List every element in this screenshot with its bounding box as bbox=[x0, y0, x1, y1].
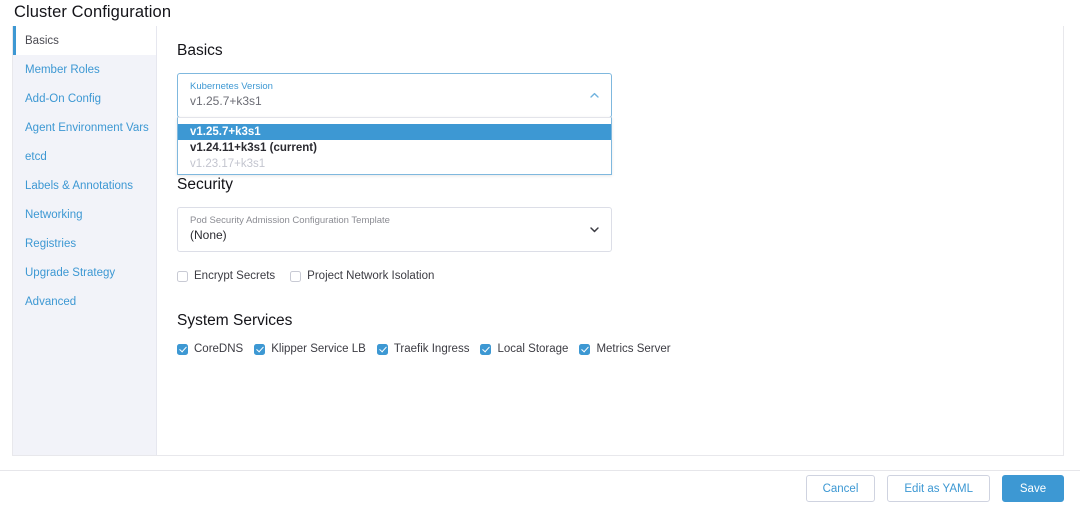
basics-heading: Basics bbox=[177, 42, 1043, 60]
checkbox-box[interactable] bbox=[177, 344, 188, 355]
kubernetes-version-select[interactable]: Kubernetes Version v1.25.7+k3s1 bbox=[177, 73, 612, 118]
system-services-checkbox-row: CoreDNS Klipper Service LB Traefik Ingre… bbox=[177, 343, 1043, 355]
checkbox-label: CoreDNS bbox=[194, 343, 243, 355]
dropdown-option[interactable]: v1.25.7+k3s1 bbox=[178, 124, 611, 140]
psa-template-value: (None) bbox=[190, 227, 581, 244]
sidebar-item-upgrade-strategy[interactable]: Upgrade Strategy bbox=[13, 258, 156, 287]
config-card: Basics Member Roles Add-On Config Agent … bbox=[12, 26, 1064, 456]
dropdown-option: v1.23.17+k3s1 bbox=[178, 156, 611, 172]
chevron-down-icon[interactable] bbox=[588, 224, 600, 236]
checkbox-box[interactable] bbox=[579, 344, 590, 355]
checkbox-label: Klipper Service LB bbox=[271, 343, 366, 355]
cluster-configuration-page: Cluster Configuration Basics Member Role… bbox=[0, 0, 1080, 506]
sidebar-item-label: Networking bbox=[25, 209, 83, 221]
sidebar-item-label: Agent Environment Vars bbox=[25, 122, 149, 134]
psa-template-label: Pod Security Admission Configuration Tem… bbox=[190, 214, 581, 227]
system-services-heading: System Services bbox=[177, 312, 1043, 330]
sidebar-item-label: etcd bbox=[25, 151, 47, 163]
sidebar-item-agent-environment-vars[interactable]: Agent Environment Vars bbox=[13, 113, 156, 142]
checkbox-klipper-service-lb[interactable]: Klipper Service LB bbox=[254, 343, 366, 355]
sidebar-item-basics[interactable]: Basics bbox=[13, 26, 156, 55]
sidebar-item-networking[interactable]: Networking bbox=[13, 200, 156, 229]
checkbox-project-network-isolation[interactable]: Project Network Isolation bbox=[290, 270, 434, 282]
sidebar-nav: Basics Member Roles Add-On Config Agent … bbox=[13, 26, 157, 455]
checkbox-local-storage[interactable]: Local Storage bbox=[480, 343, 568, 355]
checkbox-box[interactable] bbox=[290, 271, 301, 282]
checkbox-label: Metrics Server bbox=[596, 343, 670, 355]
sidebar-item-label: Add-On Config bbox=[25, 93, 101, 105]
cancel-button[interactable]: Cancel bbox=[806, 475, 876, 502]
checkbox-label: Traefik Ingress bbox=[394, 343, 470, 355]
checkbox-label: Project Network Isolation bbox=[307, 270, 434, 282]
kubernetes-version-field: Kubernetes Version v1.25.7+k3s1 v1.25.7+… bbox=[177, 73, 612, 118]
sidebar-item-member-roles[interactable]: Member Roles bbox=[13, 55, 156, 84]
kubernetes-version-label: Kubernetes Version bbox=[190, 80, 581, 93]
psa-template-select[interactable]: Pod Security Admission Configuration Tem… bbox=[177, 207, 612, 252]
sidebar-item-label: Member Roles bbox=[25, 64, 100, 76]
sidebar-item-label: Advanced bbox=[25, 296, 76, 308]
checkbox-box[interactable] bbox=[254, 344, 265, 355]
chevron-up-icon[interactable] bbox=[588, 90, 600, 102]
sidebar-item-advanced[interactable]: Advanced bbox=[13, 287, 156, 316]
edit-as-yaml-button[interactable]: Edit as YAML bbox=[887, 475, 990, 502]
kubernetes-version-value: v1.25.7+k3s1 bbox=[190, 93, 581, 110]
dropdown-option[interactable]: v1.24.11+k3s1 (current) bbox=[178, 140, 611, 156]
sidebar-item-label: Upgrade Strategy bbox=[25, 267, 115, 279]
checkbox-label: Encrypt Secrets bbox=[194, 270, 275, 282]
checkbox-label: Local Storage bbox=[497, 343, 568, 355]
checkbox-box[interactable] bbox=[480, 344, 491, 355]
sidebar-item-etcd[interactable]: etcd bbox=[13, 142, 156, 171]
sidebar-item-labels-annotations[interactable]: Labels & Annotations bbox=[13, 171, 156, 200]
security-checkbox-row: Encrypt Secrets Project Network Isolatio… bbox=[177, 270, 1043, 282]
sidebar-item-registries[interactable]: Registries bbox=[13, 229, 156, 258]
sidebar-item-label: Labels & Annotations bbox=[25, 180, 133, 192]
checkbox-box[interactable] bbox=[177, 271, 188, 282]
main-content: Basics Kubernetes Version v1.25.7+k3s1 v… bbox=[157, 26, 1063, 455]
checkbox-traefik-ingress[interactable]: Traefik Ingress bbox=[377, 343, 470, 355]
kubernetes-version-dropdown: v1.25.7+k3s1 v1.24.11+k3s1 (current) v1.… bbox=[177, 117, 612, 175]
save-button[interactable]: Save bbox=[1002, 475, 1064, 502]
security-heading: Security bbox=[177, 176, 1043, 194]
sidebar-item-label: Registries bbox=[25, 238, 76, 250]
sidebar-item-add-on-config[interactable]: Add-On Config bbox=[13, 84, 156, 113]
checkbox-coredns[interactable]: CoreDNS bbox=[177, 343, 243, 355]
footer-actions: Cancel Edit as YAML Save bbox=[0, 471, 1080, 506]
checkbox-encrypt-secrets[interactable]: Encrypt Secrets bbox=[177, 270, 275, 282]
checkbox-box[interactable] bbox=[377, 344, 388, 355]
page-title: Cluster Configuration bbox=[14, 3, 171, 22]
sidebar-item-label: Basics bbox=[25, 35, 59, 47]
checkbox-metrics-server[interactable]: Metrics Server bbox=[579, 343, 670, 355]
